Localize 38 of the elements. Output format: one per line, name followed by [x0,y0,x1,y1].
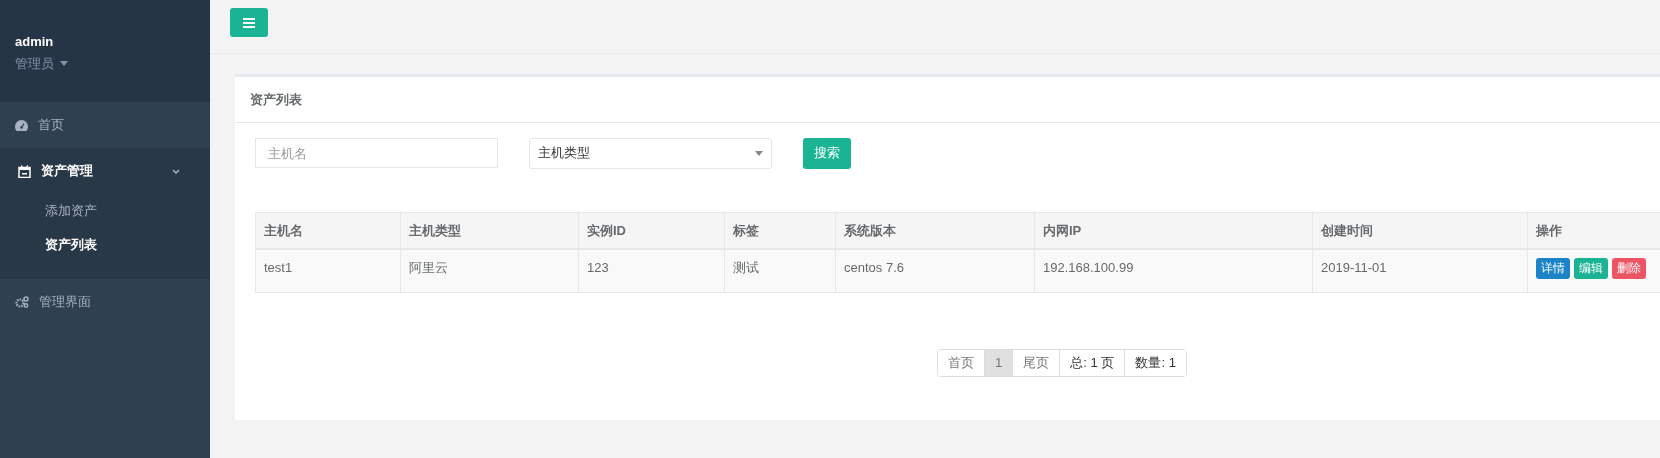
caret-icon [755,150,763,156]
table-cell: 阿里云 [400,248,579,293]
menu-toggle-button[interactable] [230,8,268,37]
column-header: 系统版本 [835,212,1035,249]
table-cell: 测试 [724,248,836,293]
column-header: 操作 [1527,212,1660,249]
user-name: admin [15,33,54,51]
calendar-icon [18,164,31,178]
table-cell: 123 [578,248,725,293]
gears-icon [15,296,29,308]
page-link[interactable]: 1 [984,350,1013,376]
hostname-field[interactable]: 主机名 [255,138,498,168]
submenu-item[interactable]: 资产列表 [45,227,97,261]
details-button[interactable]: 详情 [1536,257,1570,279]
dashboard-icon [15,119,28,131]
card-title: 资产列表 [250,90,302,109]
host-type-dropdown[interactable]: 主机类型 [529,137,772,169]
caret-icon [60,60,68,66]
page-info: 数量: 1 [1124,350,1186,376]
column-header: 实例ID [578,212,725,249]
table-cell: 192.168.100.99 [1034,248,1313,293]
column-header: 主机类型 [400,212,579,249]
search-button[interactable]: 搜索 [803,137,851,169]
delete-button[interactable]: 删除 [1612,257,1646,279]
role-dropdown[interactable]: 管理员 [15,53,68,73]
table-cell: test1 [255,248,401,293]
column-header: 内网IP [1034,212,1313,249]
table-cell: 2019-11-01 [1312,248,1528,293]
nav-item[interactable]: 资产管理 [0,148,210,194]
submenu-item[interactable]: 添加资产 [45,194,97,228]
nav-item[interactable]: 管理界面 [0,279,210,325]
column-header: 创建时间 [1312,212,1528,249]
menu-icon [243,17,255,28]
table-cell: centos 7.6 [835,248,1035,293]
column-header: 主机名 [255,212,401,249]
column-header: 标签 [724,212,836,249]
nav-item[interactable]: 首页 [0,102,210,148]
edit-button[interactable]: 编辑 [1574,257,1608,279]
